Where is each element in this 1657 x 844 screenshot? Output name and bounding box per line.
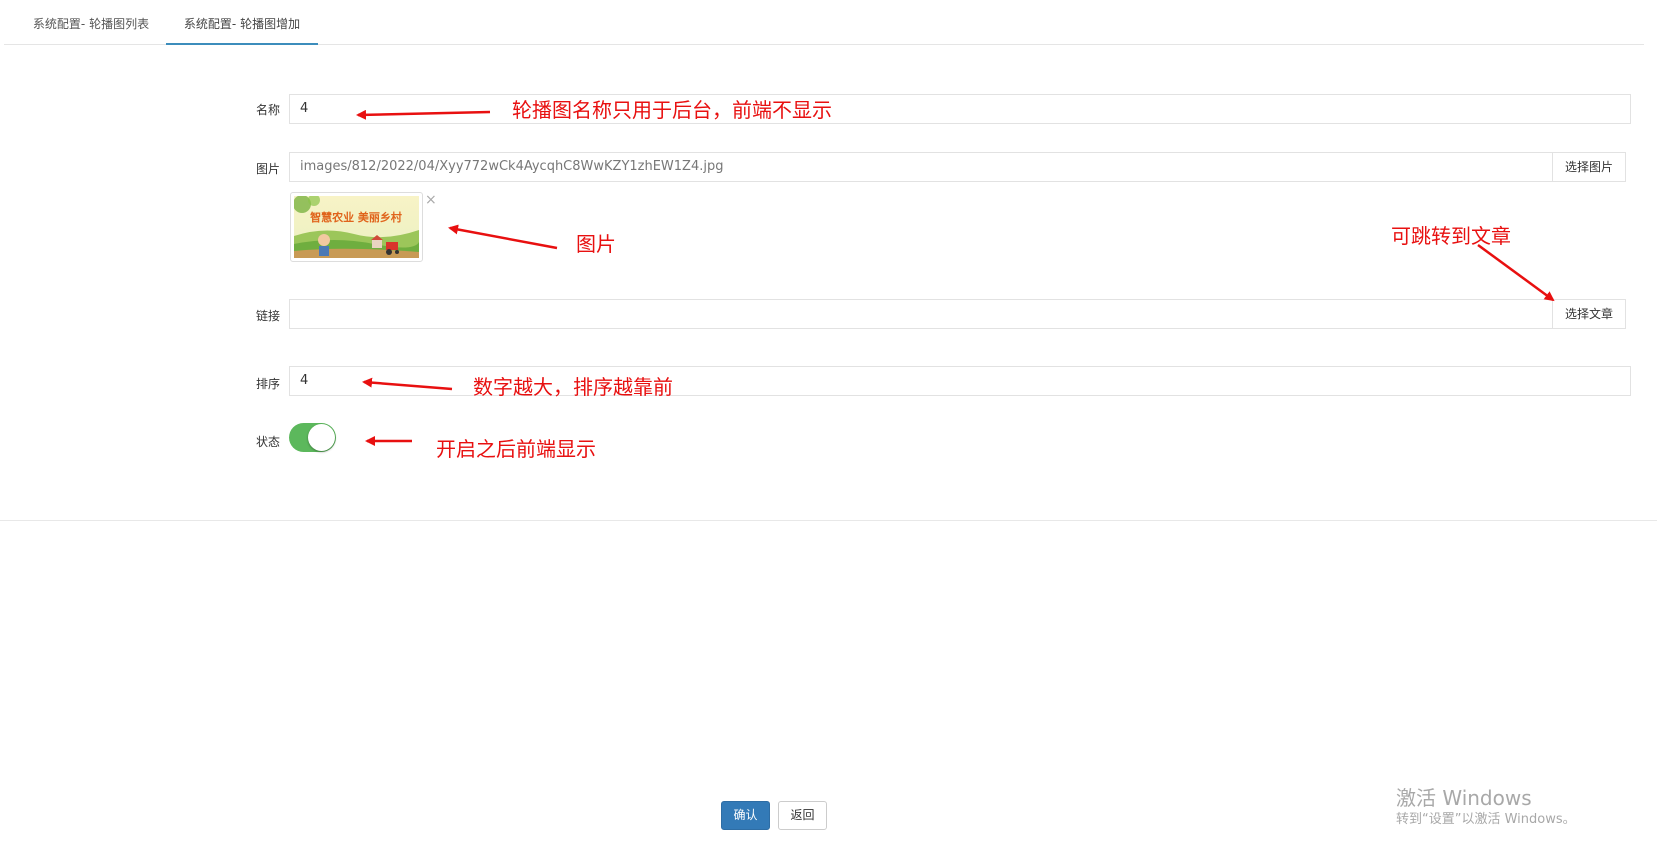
status-toggle[interactable] bbox=[289, 423, 336, 452]
windows-activation-watermark: 激活 Windows 转到“设置”以激活 Windows。 bbox=[1396, 786, 1576, 830]
sort-label: 排序 bbox=[256, 377, 281, 391]
annotation-image-note: 图片 bbox=[576, 232, 616, 256]
thumbnail-banner-text: 智慧农业 美丽乡村 bbox=[310, 210, 402, 224]
confirm-button[interactable]: 确认 bbox=[721, 801, 770, 830]
status-label: 状态 bbox=[256, 435, 281, 449]
choose-image-button[interactable]: 选择图片 bbox=[1553, 152, 1626, 182]
form-divider bbox=[0, 520, 1657, 521]
name-label: 名称 bbox=[256, 103, 281, 117]
choose-article-button[interactable]: 选择文章 bbox=[1553, 299, 1626, 329]
image-label: 图片 bbox=[256, 162, 281, 176]
annotation-name-note: 轮播图名称只用于后台，前端不显示 bbox=[512, 98, 832, 122]
image-thumbnail: 智慧农业 美丽乡村 bbox=[290, 192, 423, 262]
annotation-status-note: 开启之后前端显示 bbox=[436, 437, 596, 461]
watermark-line2: 转到“设置”以激活 Windows。 bbox=[1396, 812, 1576, 827]
annotation-arrows bbox=[356, 109, 1555, 446]
tab-bar: 系统配置- 轮播图列表 系统配置- 轮播图增加 bbox=[4, 0, 1644, 45]
remove-image-icon[interactable]: × bbox=[425, 193, 437, 207]
arrow-to-image bbox=[448, 224, 558, 250]
tab-banner-list[interactable]: 系统配置- 轮播图列表 bbox=[26, 0, 156, 44]
name-input[interactable]: 4 bbox=[289, 94, 1631, 124]
toggle-knob bbox=[308, 424, 335, 451]
tab-banner-add[interactable]: 系统配置- 轮播图增加 bbox=[166, 0, 318, 45]
banner-thumbnail-image: 智慧农业 美丽乡村 bbox=[294, 196, 419, 258]
link-input[interactable] bbox=[289, 299, 1553, 329]
back-button[interactable]: 返回 bbox=[778, 801, 827, 830]
annotation-sort-note: 数字越大，排序越靠前 bbox=[473, 375, 673, 399]
link-label: 链接 bbox=[256, 309, 281, 323]
image-path-input[interactable]: images/812/2022/04/Xyy772wCk4AycqhC8WwKZ… bbox=[289, 152, 1553, 182]
annotation-link-note: 可跳转到文章 bbox=[1391, 224, 1511, 248]
watermark-line1: 激活 Windows bbox=[1396, 786, 1532, 810]
arrow-to-link bbox=[1477, 243, 1555, 302]
